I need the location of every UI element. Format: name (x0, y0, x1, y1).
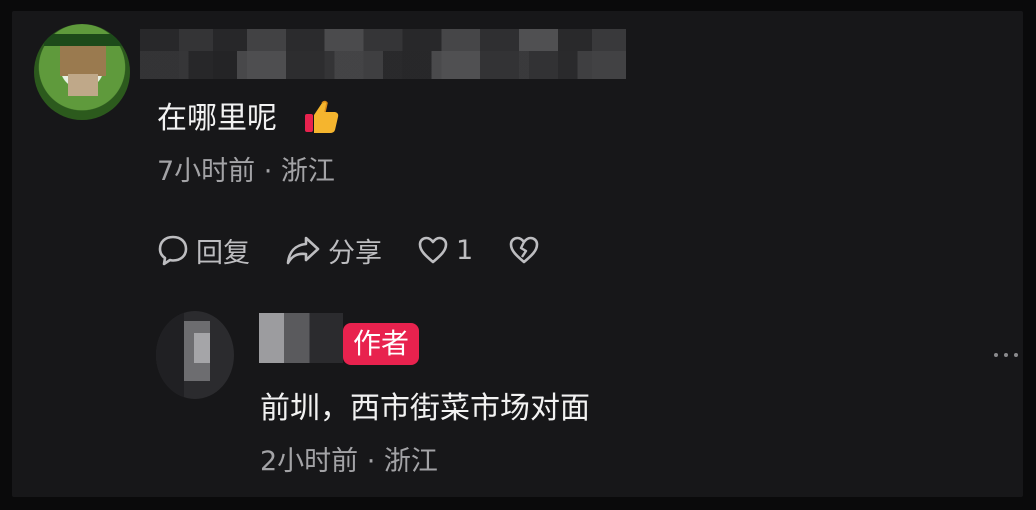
avatar-mosaic-block (156, 311, 184, 399)
thumbs-up-emoji (305, 100, 339, 133)
dislike-button[interactable] (507, 233, 541, 267)
share-label: 分享 (328, 237, 382, 269)
like-count: 1 (456, 234, 474, 266)
broken-heart-icon (509, 236, 539, 264)
avatar-mosaic-block (44, 34, 122, 46)
avatar-mosaic-block (194, 333, 210, 363)
dot (1014, 353, 1018, 357)
share-button[interactable]: 分享 (284, 231, 382, 270)
dot (1004, 353, 1008, 357)
comment-bubble-icon (158, 235, 188, 266)
reply-author-name-blurred[interactable] (259, 313, 343, 363)
reply-author-avatar[interactable] (156, 311, 234, 399)
avatar-mosaic-block (60, 46, 106, 76)
commenter-avatar[interactable] (34, 24, 130, 120)
screenshot-frame: 在哪里呢 7小时前 · 浙江 回复 分享 1 作者 前圳，西市街菜市场对面 2小… (0, 0, 1036, 510)
reply-text: 前圳，西市街菜市场对面 (260, 391, 590, 426)
author-badge: 作者 (343, 323, 420, 365)
more-dots-icon[interactable] (994, 347, 1022, 363)
like-button[interactable]: 1 (416, 233, 473, 267)
heart-icon (418, 236, 448, 264)
comment-panel: 在哪里呢 7小时前 · 浙江 回复 分享 1 作者 前圳，西市街菜市场对面 2小… (12, 11, 1023, 497)
comment-text: 在哪里呢 (157, 101, 277, 136)
comment-actions: 回复 分享 1 (156, 230, 575, 270)
commenter-name-blurred[interactable] (140, 29, 626, 79)
share-arrow-icon (286, 236, 320, 265)
dot (994, 353, 998, 357)
comment-meta: 7小时前 · 浙江 (157, 156, 335, 187)
reply-button[interactable]: 回复 (156, 231, 250, 270)
avatar-mosaic-block (68, 74, 98, 96)
reply-meta: 2小时前 · 浙江 (260, 446, 438, 477)
reply-label: 回复 (196, 237, 250, 269)
